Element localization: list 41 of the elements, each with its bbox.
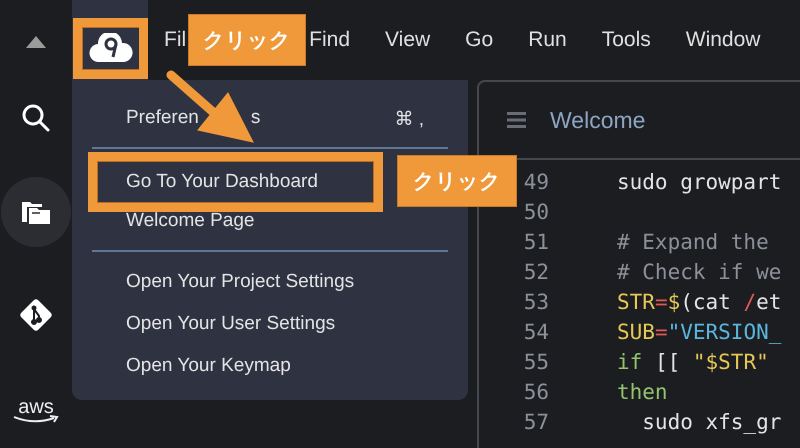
line-number: 53 xyxy=(522,290,549,314)
folder-icon[interactable] xyxy=(22,200,50,224)
menu-entry[interactable]: Go To Your Dashboard xyxy=(126,170,318,194)
menu-entry[interactable]: Welcome Page xyxy=(126,209,254,233)
menu-item[interactable]: View xyxy=(385,28,430,52)
line-number: 52 xyxy=(522,260,549,284)
code-line: SUB="VERSION_ xyxy=(617,320,782,344)
menu-item[interactable]: Go xyxy=(465,28,494,52)
menu-item[interactable]: Run xyxy=(528,28,567,52)
menu-item[interactable]: Window xyxy=(686,28,760,52)
code-line: STR=$(cat /et xyxy=(617,290,782,314)
code-line: # Expand the xyxy=(617,230,769,254)
menu-item[interactable]: Fil xyxy=(164,28,186,52)
menu-entry[interactable]: Open Your Project Settings xyxy=(126,270,354,294)
menu-entry-fragment: s xyxy=(250,106,260,130)
callout-label: クリック xyxy=(188,14,306,66)
code-line: if [[ "$STR" xyxy=(617,350,769,374)
search-icon[interactable] xyxy=(22,104,50,132)
callout-label: クリック xyxy=(397,155,517,207)
line-number: 55 xyxy=(522,350,549,374)
code-line: # Check if we xyxy=(617,260,782,284)
menu-icon[interactable] xyxy=(507,112,526,128)
line-number: 51 xyxy=(522,230,549,254)
line-number: 50 xyxy=(522,200,549,224)
line-number: 56 xyxy=(522,380,549,404)
line-number: 49 xyxy=(522,170,549,194)
menu-item[interactable]: Find xyxy=(309,28,350,52)
collapse-icon[interactable] xyxy=(26,36,46,48)
line-number: 57 xyxy=(522,410,549,434)
menu-entry[interactable]: Open Your Keymap xyxy=(126,354,291,378)
code-line: sudo growpart xyxy=(617,170,782,194)
menu-entry[interactable]: Preferen xyxy=(126,106,199,130)
aws-logo[interactable]: aws xyxy=(1,359,71,447)
line-number: 54 xyxy=(522,320,549,344)
menu-item[interactable]: Tools xyxy=(602,28,651,52)
editor-tab[interactable]: Welcome xyxy=(550,106,646,134)
shortcut-label: ⌘ , xyxy=(394,108,424,131)
code-line: then xyxy=(617,380,668,404)
code-line: sudo xfs_gr xyxy=(641,410,782,434)
menu-entry[interactable]: Open Your User Settings xyxy=(126,312,336,336)
cloud-logo-icon xyxy=(88,33,132,63)
